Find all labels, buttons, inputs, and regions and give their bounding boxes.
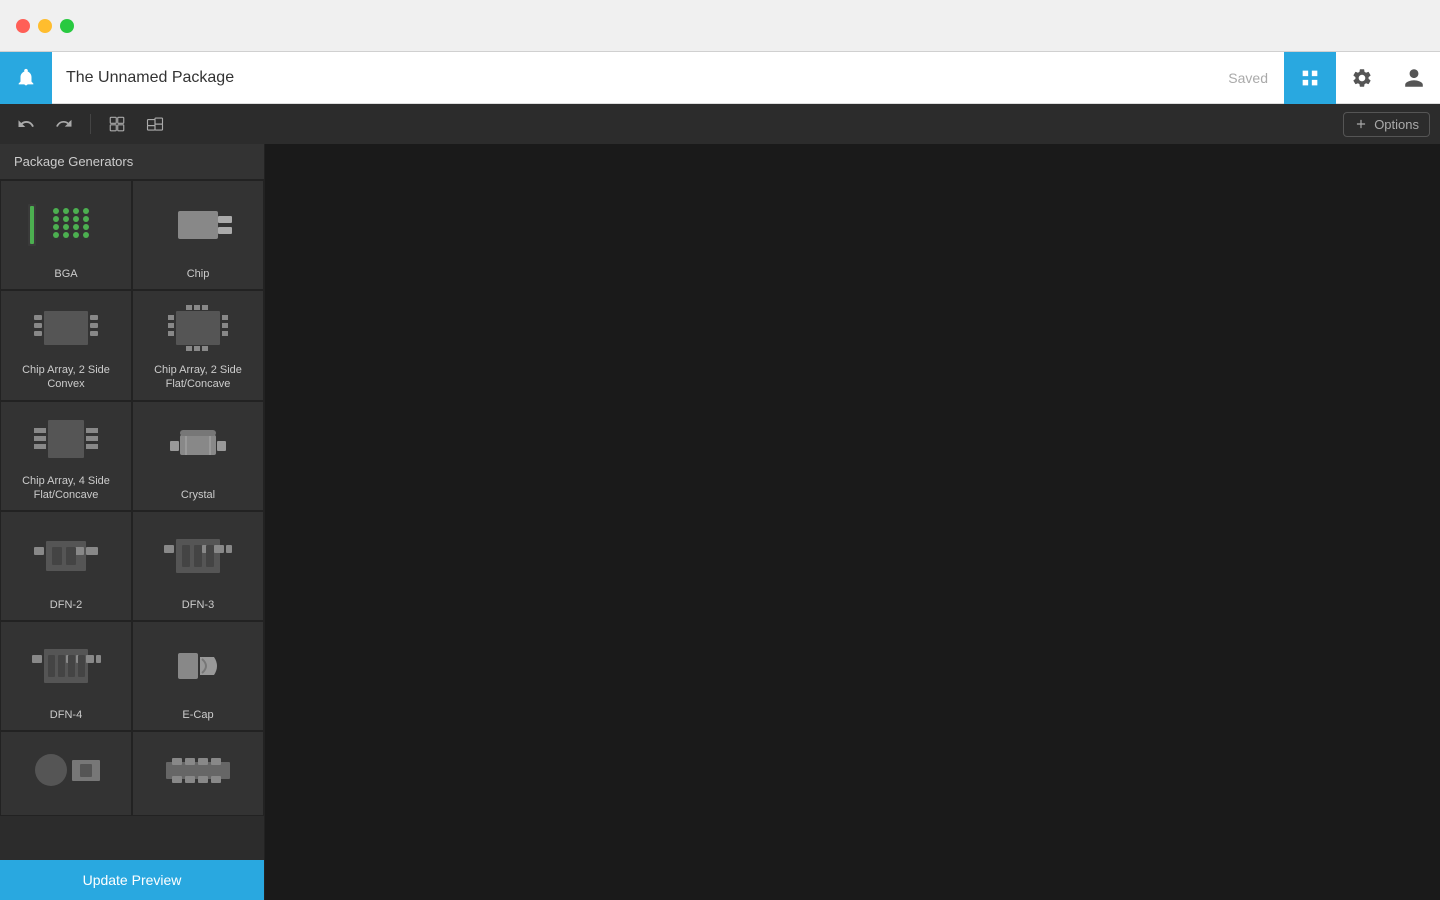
settings-button[interactable] (1336, 52, 1388, 104)
package-view-icon (1299, 67, 1321, 89)
dfn-3-icon (158, 527, 238, 585)
pkg-img-chip (139, 189, 257, 261)
sidebar: Package Generators (0, 144, 265, 900)
pkg-item-dfn-3[interactable]: DFN-3 (132, 511, 264, 621)
pkg-label-dfn-3: DFN-3 (182, 598, 214, 612)
pkg-item-bga[interactable]: BGA (0, 180, 132, 290)
sidebar-scroll[interactable]: BGA Chip (0, 180, 264, 860)
dfn-4-icon (26, 637, 106, 695)
appbar: The Unnamed Package Saved (0, 52, 1440, 104)
user-button[interactable] (1388, 52, 1440, 104)
app-title: The Unnamed Package (52, 69, 1228, 87)
pkg-img-dfn-3 (139, 520, 257, 592)
main-layout: Package Generators (0, 144, 1440, 900)
view-3d-button[interactable] (139, 110, 171, 138)
options-label: Options (1374, 117, 1419, 132)
redo-button[interactable] (48, 110, 80, 138)
pkg-item-chip-array-2-convex[interactable]: Chip Array, 2 Side Convex (0, 290, 132, 401)
chip-array-2-flat-icon (158, 299, 238, 357)
package-view-button[interactable] (1284, 52, 1336, 104)
bga-preview-icon (26, 196, 106, 254)
pkg-label-dfn-2: DFN-2 (50, 598, 82, 612)
pkg-item-last1[interactable] (0, 731, 132, 816)
options-button[interactable]: Options (1343, 112, 1430, 137)
pkg-label-crystal: Crystal (181, 488, 215, 502)
pkg-label-e-cap: E-Cap (182, 708, 213, 722)
pkg-img-last1 (7, 740, 125, 801)
undo-button[interactable] (10, 110, 42, 138)
bell-icon (15, 67, 37, 89)
chip-array-2-convex-icon (26, 299, 106, 357)
toolbar-separator-1 (90, 114, 91, 134)
pkg-img-last2 (139, 740, 257, 801)
sidebar-header: Package Generators (0, 144, 264, 180)
view-3d-icon (146, 115, 164, 133)
dfn-2-icon (26, 527, 106, 585)
pkg-label-bga: BGA (54, 267, 77, 281)
pkg-img-chip-array-2-flat (139, 299, 257, 357)
pkg-img-dfn-4 (7, 630, 125, 702)
redo-icon (55, 115, 73, 133)
pkg-item-crystal[interactable]: Crystal (132, 401, 264, 512)
pkg-label-chip-array-4-flat: Chip Array, 4 Side Flat/Concave (7, 474, 125, 503)
user-icon (1403, 67, 1425, 89)
titlebar (0, 0, 1440, 52)
chip-preview-icon (158, 196, 238, 254)
chip-array-4-flat-icon (26, 410, 106, 468)
pkg-label-dfn-4: DFN-4 (50, 708, 82, 722)
pkg-item-e-cap[interactable]: E-Cap (132, 621, 264, 731)
close-button[interactable] (16, 19, 30, 33)
pkg-img-e-cap (139, 630, 257, 702)
pkg-img-bga (7, 189, 125, 261)
pkg-label-chip-array-2-flat: Chip Array, 2 Side Flat/Concave (139, 363, 257, 392)
pkg-label-chip-array-2-convex: Chip Array, 2 Side Convex (7, 363, 125, 392)
crystal-icon (158, 417, 238, 475)
pkg-item-dfn-4[interactable]: DFN-4 (0, 621, 132, 731)
update-preview-button[interactable]: Update Preview (0, 860, 264, 900)
gear-icon (1351, 67, 1373, 89)
app-logo[interactable] (0, 52, 52, 104)
pkg-item-last2[interactable] (132, 731, 264, 816)
maximize-button[interactable] (60, 19, 74, 33)
pkg-img-chip-array-4-flat (7, 410, 125, 468)
pkg-img-chip-array-2-convex (7, 299, 125, 357)
plus-icon (1354, 117, 1368, 131)
undo-icon (17, 115, 35, 133)
pkg-img-dfn-2 (7, 520, 125, 592)
minimize-button[interactable] (38, 19, 52, 33)
pkg-item-chip-array-2-flat[interactable]: Chip Array, 2 Side Flat/Concave (132, 290, 264, 401)
traffic-lights (16, 19, 74, 33)
view-2d-icon (108, 115, 126, 133)
appbar-actions (1284, 52, 1440, 104)
package-grid: BGA Chip (0, 180, 264, 816)
e-cap-icon (158, 637, 238, 695)
canvas-area[interactable] (265, 144, 1440, 900)
saved-status: Saved (1228, 70, 1284, 86)
pkg-label-chip: Chip (187, 267, 210, 281)
last1-icon (26, 748, 106, 793)
pkg-item-chip-array-4-flat[interactable]: Chip Array, 4 Side Flat/Concave (0, 401, 132, 512)
toolbar: Options (0, 104, 1440, 144)
view-2d-button[interactable] (101, 110, 133, 138)
pkg-img-crystal (139, 410, 257, 482)
pkg-item-chip[interactable]: Chip (132, 180, 264, 290)
last2-icon (158, 748, 238, 793)
pkg-item-dfn-2[interactable]: DFN-2 (0, 511, 132, 621)
